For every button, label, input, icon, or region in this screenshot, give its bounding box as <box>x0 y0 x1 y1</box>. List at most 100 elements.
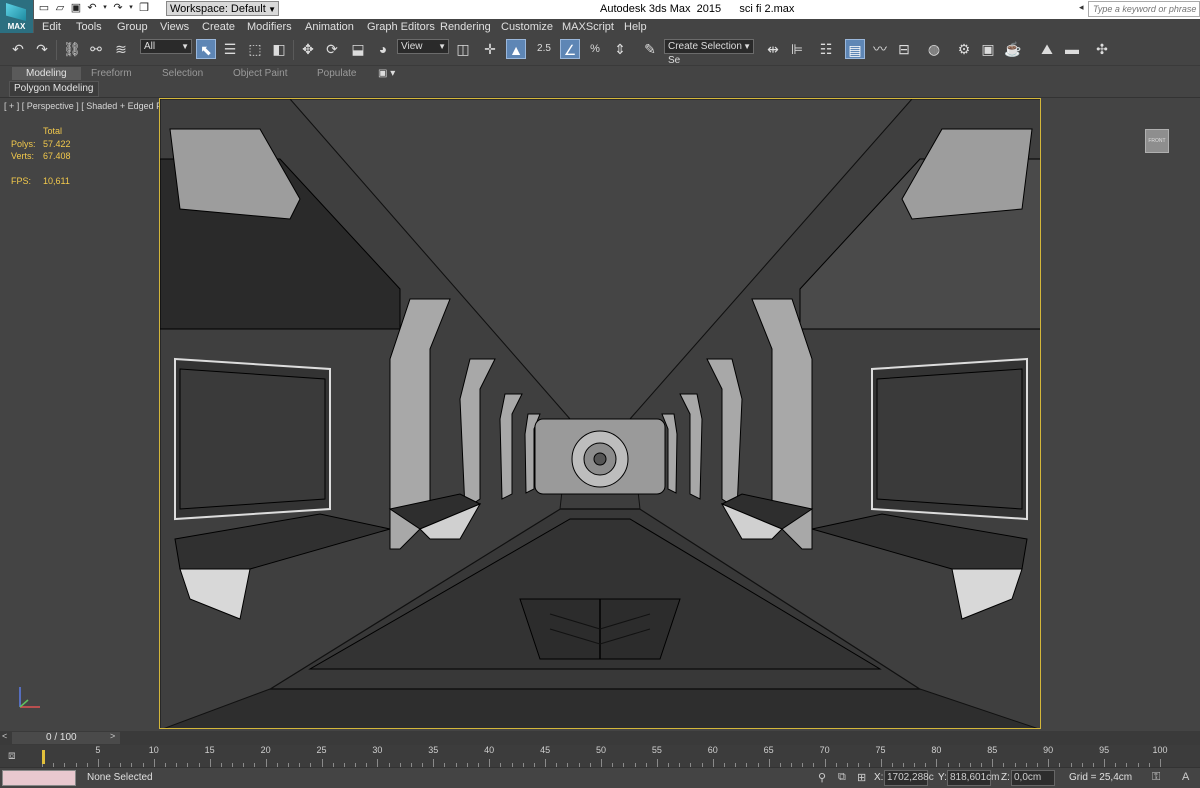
tab-populate[interactable]: Populate <box>317 67 356 80</box>
menu-rendering[interactable]: Rendering <box>440 21 491 33</box>
toolbar-divider <box>56 40 57 60</box>
schematic-view-icon[interactable]: ⊟ <box>894 39 914 59</box>
x-coord-field[interactable]: 1702,288c <box>884 770 934 786</box>
mirror-icon[interactable]: ⇹ <box>763 39 783 59</box>
project-folder-icon[interactable]: ❐ <box>138 2 150 14</box>
select-and-manipulate-icon[interactable]: ✛ <box>480 39 500 59</box>
civil-view-icon[interactable]: ⛰ <box>1037 39 1057 59</box>
next-frame-icon[interactable]: > <box>110 731 120 745</box>
search-expand-icon[interactable]: ◂ <box>1079 2 1088 16</box>
select-and-rotate-icon[interactable]: ⟳ <box>322 39 342 59</box>
redo-dropdown-icon[interactable]: ▾ <box>128 2 134 14</box>
menu-customize[interactable]: Customize <box>501 21 553 33</box>
undo-icon[interactable]: ↶ <box>86 2 98 14</box>
material-editor-icon[interactable]: ◍ <box>924 39 944 59</box>
select-and-place-icon[interactable]: ◕ <box>373 39 393 59</box>
select-and-move-icon[interactable]: ✥ <box>298 39 318 59</box>
timeline-tick <box>936 759 938 767</box>
named-selection-sets-dropdown[interactable]: Create Selection Se ▼ <box>664 39 754 66</box>
measure-icon[interactable]: ▬ <box>1062 39 1082 59</box>
snaps-toggle-icon[interactable]: 2.5 <box>534 39 554 59</box>
menu-modifiers[interactable]: Modifiers <box>247 21 292 33</box>
timeline-tick <box>824 759 826 767</box>
timeline-tick-label: 45 <box>540 745 551 755</box>
y-coord-field[interactable]: 818,601cm <box>947 770 999 786</box>
keyboard-shortcut-override-icon[interactable]: ▲ <box>506 39 526 59</box>
tab-object-paint[interactable]: Object Paint <box>233 67 287 80</box>
isolate-selection-icon[interactable]: ⚲ <box>818 771 826 784</box>
ribbon-options-icon[interactable]: ▣ ▾ <box>378 67 395 80</box>
application-menu-button[interactable]: MAX <box>0 0 34 33</box>
select-by-name-icon[interactable]: ☰ <box>220 39 240 59</box>
mini-curve-editor-icon[interactable]: ⧈ <box>8 748 28 762</box>
render-production-icon[interactable]: ☕ <box>1003 39 1023 59</box>
angle-snap-icon[interactable]: ∠ <box>560 39 580 59</box>
rendered-frame-window-icon[interactable]: ▣ <box>978 39 998 59</box>
tab-freeform[interactable]: Freeform <box>91 67 132 80</box>
pivot-center-icon[interactable]: ◫ <box>453 39 473 59</box>
redo-icon[interactable]: ↷ <box>112 2 124 14</box>
workspace-select[interactable]: Workspace: Default ▼ <box>166 1 279 16</box>
menu-create[interactable]: Create <box>202 21 235 33</box>
menu-tools[interactable]: Tools <box>76 21 102 33</box>
save-file-icon[interactable]: ▣ <box>70 2 82 14</box>
menu-group[interactable]: Group <box>117 21 148 33</box>
maxscript-mini-listener[interactable] <box>2 770 76 786</box>
previous-frame-icon[interactable]: < <box>2 731 12 745</box>
manage-layers-icon[interactable]: ☷ <box>816 39 836 59</box>
safe-frame-render[interactable] <box>159 98 1041 729</box>
selection-lock-icon[interactable]: ⧉ <box>838 771 846 784</box>
current-frame-marker[interactable] <box>42 750 45 764</box>
bind-to-space-warp-icon[interactable]: ≋ <box>111 39 131 59</box>
tab-selection[interactable]: Selection <box>162 67 203 80</box>
panel-polygon-modeling[interactable]: Polygon Modeling <box>9 81 99 97</box>
open-file-icon[interactable]: ▱ <box>54 2 66 14</box>
menu-help[interactable]: Help <box>624 21 647 33</box>
new-file-icon[interactable]: ▭ <box>38 2 50 14</box>
menu-views[interactable]: Views <box>160 21 189 33</box>
curve-editor-icon[interactable]: 〰 <box>870 39 890 59</box>
viewcube[interactable]: FRONT <box>1145 129 1169 153</box>
rectangular-selection-icon[interactable]: ⬚ <box>245 39 265 59</box>
add-time-tag-icon[interactable]: ⚿ <box>1152 771 1160 784</box>
timeline-ruler[interactable]: 5 10 15 20 25 30 35 40 45 50 55 60 65 70 75 80 85 90 95 100 <box>42 745 1170 767</box>
timeline-tick-label: 100 <box>1152 745 1168 755</box>
menu-maxscript[interactable]: MAXScript <box>562 21 614 33</box>
particle-view-icon[interactable]: ✣ <box>1092 39 1112 59</box>
timeline-tick <box>377 759 379 767</box>
edit-named-selection-icon[interactable]: ✎ <box>640 39 660 59</box>
auto-key-icon[interactable]: A <box>1182 771 1189 783</box>
fps-value: 10,611 <box>43 176 70 186</box>
workspace-label: Workspace: Default <box>170 3 266 15</box>
menu-graph-editors[interactable]: Graph Editors <box>367 21 435 33</box>
z-coord-label: Z: <box>1001 772 1010 783</box>
align-icon[interactable]: ⊫ <box>787 39 807 59</box>
render-setup-icon[interactable]: ⚙ <box>954 39 974 59</box>
timeline-tick-label: 25 <box>316 745 327 755</box>
toggle-ribbon-icon[interactable]: ▤ <box>845 39 865 59</box>
z-coord-field[interactable]: 0,0cm <box>1011 770 1055 786</box>
percent-snap-icon[interactable]: % <box>585 39 605 59</box>
time-slider[interactable]: < 0 / 100 > <box>0 731 1200 745</box>
menu-animation[interactable]: Animation <box>305 21 354 33</box>
select-and-link-icon[interactable]: ⛓ <box>62 39 82 59</box>
undo-icon[interactable]: ↶ <box>8 39 28 59</box>
absolute-mode-icon[interactable]: ⊞ <box>857 771 866 784</box>
track-bar: ⧈ 5 10 15 20 25 30 35 40 45 50 55 60 65 70 75 80 85 90 95 1… <box>0 745 1200 767</box>
undo-dropdown-icon[interactable]: ▾ <box>102 2 108 14</box>
reference-coordinate-dropdown[interactable]: View ▼ <box>397 39 449 54</box>
tab-modeling[interactable]: Modeling <box>12 67 81 80</box>
spinner-snap-icon[interactable]: ⇕ <box>610 39 630 59</box>
select-and-scale-icon[interactable]: ⬓ <box>348 39 368 59</box>
viewport-area[interactable]: [ + ] [ Perspective ] [ Shaded + Edged F… <box>0 98 1200 730</box>
select-object-icon[interactable]: ⬉ <box>196 39 216 59</box>
snaps-toggle-label: 2.5 <box>537 43 551 54</box>
unlink-selection-icon[interactable]: ⚯ <box>86 39 106 59</box>
redo-icon[interactable]: ↷ <box>32 39 52 59</box>
menu-edit[interactable]: Edit <box>42 21 61 33</box>
timeline-tick <box>712 759 714 767</box>
grid-size: Grid = 25,4cm <box>1069 772 1133 783</box>
help-search-input[interactable] <box>1088 1 1200 17</box>
selection-filter-dropdown[interactable]: All ▼ <box>140 39 192 54</box>
window-crossing-icon[interactable]: ◧ <box>269 39 289 59</box>
